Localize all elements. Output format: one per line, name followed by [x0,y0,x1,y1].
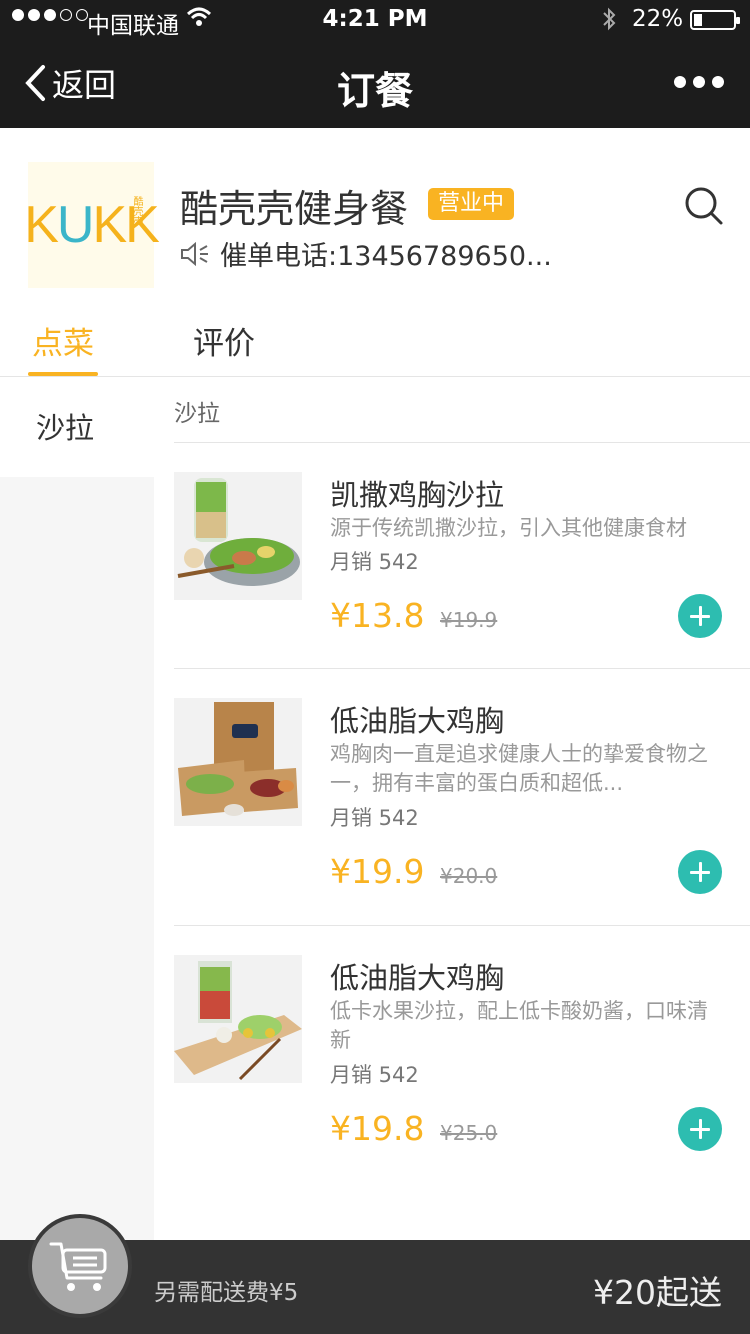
top-header: 中国联通 4:21 PM 22% 返回 订餐 [0,0,750,128]
plus-icon[interactable] [678,594,722,638]
item-old-price: ¥20.0 [440,864,498,888]
delivery-fee: 另需配送费¥5 [154,1280,299,1306]
shop-logo: KUKK 酷壳壳 [24,162,160,288]
tab-order[interactable]: 点菜 [32,318,94,363]
min-order-button[interactable]: ¥20起送 [593,1266,722,1314]
section-title: 沙拉 [174,401,220,427]
category-sidebar: 沙拉 [0,377,154,1334]
item-price: ¥19.9 [330,852,425,891]
tab-underline [28,372,98,376]
tab-reviews[interactable]: 评价 [193,318,255,363]
food-image [174,698,302,826]
divider [174,442,750,443]
item-name: 凯撒鸡胸沙拉 [330,478,505,512]
item-price: ¥13.8 [330,596,425,635]
shop-header: KUKK 酷壳壳 酷壳壳健身餐 营业中 催单电话:13456789650... [0,128,750,304]
battery-icon [690,10,740,30]
item-sales: 月销 542 [330,806,419,830]
bluetooth-icon [600,6,618,38]
item-price: ¥19.8 [330,1109,425,1148]
battery-percent: 22% [632,6,684,32]
category-item[interactable]: 沙拉 [0,377,154,477]
logo-side-text: 酷壳壳 [131,196,142,226]
plus-icon[interactable] [678,850,722,894]
plus-icon[interactable] [678,1107,722,1151]
item-description: 源于传统凯撒沙拉，引入其他健康食材 [330,516,687,540]
food-image [174,955,302,1083]
shop-name: 酷壳壳健身餐 [180,187,409,231]
search-icon[interactable] [684,186,724,230]
item-old-price: ¥19.9 [440,608,498,632]
food-image [174,472,302,600]
more-dots-icon[interactable] [674,76,724,88]
list-item[interactable]: 低油脂大鸡胸 低卡水果沙拉，配上低卡酸奶酱，口味清新 月销 542 ¥19.8 … [174,955,750,1155]
item-description: 鸡胸肉一直是追求健康人士的挚爱食物之一，拥有丰富的蛋白质和超低... [330,742,708,795]
item-description: 低卡水果沙拉，配上低卡酸奶酱，口味清新 [330,999,708,1052]
item-name: 低油脂大鸡胸 [330,704,505,738]
item-old-price: ¥25.0 [440,1121,498,1145]
phone-line[interactable]: 催单电话:13456789650... [180,234,552,273]
cart-icon [49,1242,107,1291]
status-badge: 营业中 [428,188,515,220]
item-name: 低油脂大鸡胸 [330,961,505,995]
item-sales: 月销 542 [330,550,419,574]
nav-bar: 返回 订餐 [0,40,750,128]
cart-button[interactable] [28,1214,132,1318]
list-item[interactable]: 低油脂大鸡胸 鸡胸肉一直是追求健康人士的挚爱食物之一，拥有丰富的蛋白质和超低..… [174,698,750,898]
category-label: 沙拉 [36,411,95,445]
list-item[interactable]: 凯撒鸡胸沙拉 源于传统凯撒沙拉，引入其他健康食材 月销 542 ¥13.8 ¥1… [174,472,750,652]
phone-text: 催单电话:13456789650... [220,241,552,272]
status-bar: 中国联通 4:21 PM 22% [0,0,750,40]
divider [174,925,750,926]
speaker-icon [181,241,208,266]
divider [174,668,750,669]
item-sales: 月销 542 [330,1063,419,1087]
page-title: 订餐 [336,69,413,113]
tab-bar: 点菜 评价 [0,304,750,377]
